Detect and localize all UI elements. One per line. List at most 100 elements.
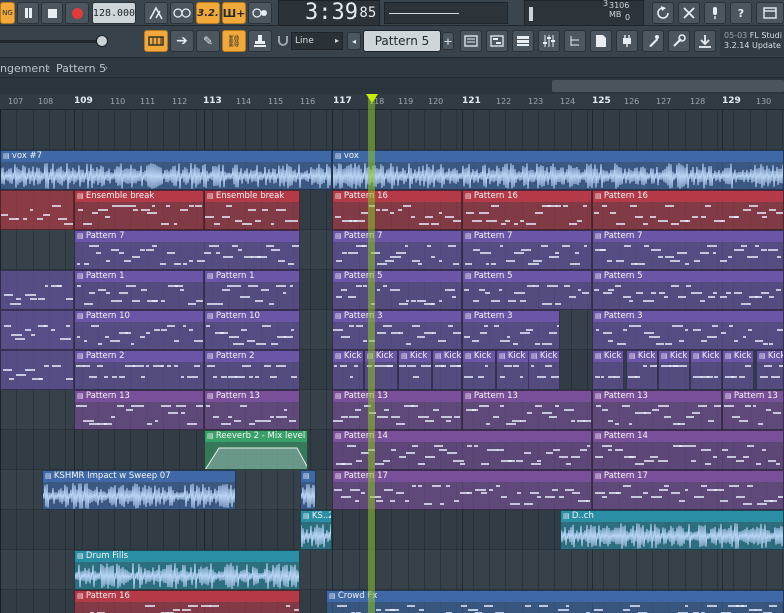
playlist-clip[interactable]: ▤ Reeverb 2 - Mix level <box>204 430 308 470</box>
metronome-button[interactable] <box>144 2 168 24</box>
stop-button[interactable] <box>41 2 63 24</box>
pointer-tool[interactable]: ➔ <box>170 30 194 52</box>
piano-roll-button[interactable] <box>486 30 508 52</box>
clip-menu-icon[interactable]: ▤ <box>531 352 540 360</box>
playlist-clip[interactable]: ▤ Pattern 5 <box>332 270 462 310</box>
clip-menu-icon[interactable]: ▤ <box>499 352 508 360</box>
playlist-clip[interactable]: ▤ <box>300 470 316 510</box>
wrench-button[interactable] <box>668 30 690 52</box>
clip-menu-icon[interactable]: ▤ <box>725 392 734 400</box>
clip-menu-icon[interactable]: ▤ <box>693 352 702 360</box>
playlist-clip[interactable]: ▤ Pattern 17 <box>592 470 784 510</box>
playlist-clip[interactable]: ▤ Pattern 10 <box>74 310 204 350</box>
clip-menu-icon[interactable]: ▤ <box>465 352 474 360</box>
browser-tree-button[interactable] <box>564 30 586 52</box>
mixer-button[interactable] <box>538 30 560 52</box>
mode-button[interactable]: NG <box>0 2 15 24</box>
clip-menu-icon[interactable]: ▤ <box>335 472 344 480</box>
playlist-clip[interactable]: ▤ Kick <box>756 350 784 390</box>
playlist-clip[interactable]: ▤ Ensemble break <box>74 190 204 230</box>
clip-continuation[interactable] <box>0 270 74 310</box>
playlist-clip[interactable]: ▤ Pattern 13 <box>74 390 204 430</box>
step-edit-button[interactable]: Ш+ <box>222 2 246 24</box>
clip-menu-icon[interactable]: ▤ <box>207 192 216 200</box>
playlist-clip[interactable]: ▤ vox #7 <box>0 150 332 190</box>
clip-continuation[interactable] <box>0 310 74 350</box>
playlist-clip[interactable]: ▤ Drum Fills <box>74 550 300 590</box>
playlist-clip[interactable]: ▤ Kick <box>398 350 432 390</box>
clip-menu-icon[interactable]: ▤ <box>77 552 86 560</box>
add-pattern-button[interactable]: + <box>442 32 454 50</box>
playlist-clip[interactable]: ▤ Kick <box>690 350 722 390</box>
playlist-clip[interactable]: ▤ Pattern 1 <box>74 270 204 310</box>
playlist-clip[interactable]: ▤ Ensemble break <box>204 190 300 230</box>
time-display[interactable]: 3:39 :85 <box>278 0 380 26</box>
undo-button[interactable] <box>652 2 674 24</box>
plugin-picker-button[interactable] <box>616 30 638 52</box>
clip-menu-icon[interactable]: ▤ <box>595 472 604 480</box>
clip-menu-icon[interactable]: ▤ <box>595 232 604 240</box>
clip-menu-icon[interactable]: ▤ <box>335 232 344 240</box>
clip-menu-icon[interactable]: ▤ <box>629 352 638 360</box>
clip-menu-icon[interactable]: ▤ <box>335 352 344 360</box>
playlist-clip[interactable]: ▤ Pattern 3 <box>592 310 784 350</box>
scrollbar-thumb[interactable] <box>552 80 784 92</box>
draw-tool[interactable]: ✎ <box>196 30 220 52</box>
loop-record-button[interactable] <box>248 2 272 24</box>
playlist-clip[interactable]: ▤ Kick <box>722 350 754 390</box>
playlist-clip[interactable]: ▤ Kick <box>432 350 462 390</box>
playlist-clip[interactable]: ▤ Kick <box>626 350 658 390</box>
clip-menu-icon[interactable]: ▤ <box>759 352 768 360</box>
clip-menu-icon[interactable]: ▤ <box>465 192 474 200</box>
playlist-area[interactable]: ▤ vox #7 ▤ vox ▤ Ensemble break ▤ Ensemble … <box>0 110 784 613</box>
playlist-clip[interactable]: ▤ Pattern 7 <box>592 230 784 270</box>
breadcrumb-pattern[interactable]: Pattern 5 <box>56 62 106 75</box>
record-button[interactable] <box>65 2 89 24</box>
clip-menu-icon[interactable]: ▤ <box>3 152 12 160</box>
pattern-prev-button[interactable]: ◂ <box>347 32 361 50</box>
clip-menu-icon[interactable]: ▤ <box>401 352 410 360</box>
playlist-clip[interactable]: ▤ KSHMR Impact w Sweep 07 <box>42 470 236 510</box>
pattern-selector[interactable]: Pattern 5 <box>363 30 441 52</box>
playlist-clip[interactable]: ▤ Kick <box>528 350 560 390</box>
clip-menu-icon[interactable]: ▤ <box>563 512 572 520</box>
playlist-clip[interactable]: ▤ Pattern 1 <box>204 270 300 310</box>
clip-menu-icon[interactable]: ▤ <box>77 192 86 200</box>
main-volume-slider[interactable] <box>0 35 108 47</box>
playlist-clip[interactable]: ▤ Kick <box>332 350 364 390</box>
playlist-clip[interactable]: ▤ Pattern 16 <box>332 190 462 230</box>
playlist-clip[interactable]: ▤ Pattern 3 <box>332 310 462 350</box>
playlist-clip[interactable]: ▤ Pattern 3 <box>462 310 560 350</box>
touch-controller-button[interactable] <box>642 30 664 52</box>
master-volume-graph[interactable] <box>384 2 508 24</box>
clip-menu-icon[interactable]: ▤ <box>725 352 734 360</box>
clip-menu-icon[interactable]: ▤ <box>595 392 604 400</box>
clip-menu-icon[interactable]: ▤ <box>303 512 312 520</box>
browser-button[interactable] <box>756 2 784 24</box>
clip-continuation[interactable] <box>0 190 74 230</box>
clip-menu-icon[interactable]: ▤ <box>335 272 344 280</box>
playlist-clip[interactable]: ▤ Pattern 7 <box>74 230 300 270</box>
volume-knob[interactable] <box>96 35 108 47</box>
playlist-clip[interactable]: ▤ Pattern 7 <box>332 230 462 270</box>
playhead[interactable] <box>368 94 375 613</box>
countdown-button[interactable]: 3.2. <box>196 2 220 24</box>
clip-menu-icon[interactable]: ▤ <box>207 312 216 320</box>
paint-tool[interactable]: ⛓ <box>222 30 246 52</box>
clip-menu-icon[interactable]: ▤ <box>465 272 474 280</box>
playlist-clip[interactable]: ▤ Pattern 13 <box>462 390 592 430</box>
playlist-clip[interactable]: ▤ Pattern 2 <box>74 350 204 390</box>
playlist-clip[interactable]: ▤ Kick <box>592 350 624 390</box>
help-button[interactable]: ? <box>730 2 752 24</box>
clip-menu-icon[interactable]: ▤ <box>207 272 216 280</box>
clip-menu-icon[interactable]: ▤ <box>207 352 216 360</box>
tempo-display[interactable]: 128.000 <box>92 2 136 24</box>
clip-menu-icon[interactable]: ▤ <box>435 352 444 360</box>
playlist-clip[interactable]: ▤ vox <box>332 150 784 190</box>
playlist-clip[interactable]: ▤ Pattern 13 <box>592 390 722 430</box>
clip-menu-icon[interactable]: ▤ <box>335 312 344 320</box>
track-lane[interactable] <box>0 110 784 150</box>
clip-menu-icon[interactable]: ▤ <box>465 392 474 400</box>
playlist-clip[interactable]: ▤ Pattern 14 <box>592 430 784 470</box>
snap-select[interactable]: Line ▸ <box>291 32 343 50</box>
